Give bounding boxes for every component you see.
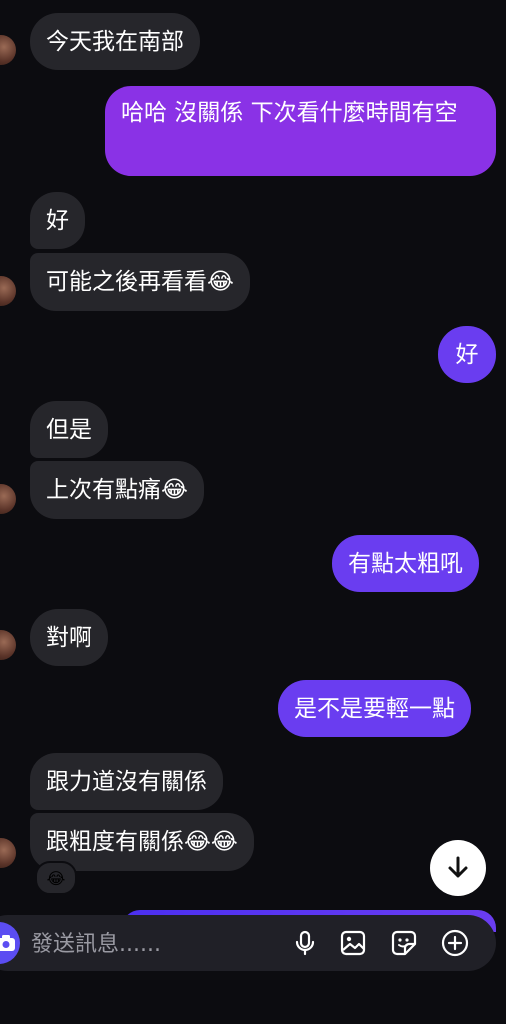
incoming-message[interactable]: 今天我在南部 (30, 13, 200, 70)
message-input[interactable] (31, 926, 271, 962)
camera-icon (0, 935, 15, 951)
contact-avatar[interactable] (0, 35, 16, 65)
microphone-icon (295, 930, 315, 956)
incoming-message[interactable]: 上次有點痛😂 (30, 461, 204, 519)
scroll-to-bottom-button[interactable] (430, 840, 486, 896)
incoming-message[interactable]: 可能之後再看看😂 (30, 253, 250, 311)
outgoing-message[interactable]: 哈哈 沒關係 下次看什麼時間有空 (105, 86, 496, 176)
incoming-message[interactable]: 好 (30, 192, 85, 249)
plus-icon (441, 929, 469, 957)
sticker-icon (391, 930, 417, 956)
more-options-button[interactable] (439, 927, 471, 959)
outgoing-message[interactable]: 有點太粗吼 (332, 535, 479, 592)
arrow-down-icon (448, 856, 468, 878)
chat-screen: 今天我在南部 哈哈 沒關係 下次看什麼時間有空 好 可能之後再看看😂 好 但是 … (0, 0, 506, 1024)
incoming-message[interactable]: 對啊 (30, 609, 108, 666)
outgoing-message[interactable]: 是不是要輕一點 (278, 680, 471, 737)
voice-button[interactable] (289, 927, 321, 959)
image-icon (340, 930, 366, 956)
contact-avatar[interactable] (0, 630, 16, 660)
contact-avatar[interactable] (0, 484, 16, 514)
incoming-message[interactable]: 但是 (30, 401, 108, 458)
incoming-message[interactable]: 跟力道沒有關係 (30, 753, 223, 810)
gallery-button[interactable] (337, 927, 369, 959)
contact-avatar[interactable] (0, 838, 16, 868)
message-reaction[interactable]: 😂 (35, 861, 77, 895)
contact-avatar[interactable] (0, 276, 16, 306)
outgoing-message[interactable]: 好 (438, 326, 496, 383)
sticker-button[interactable] (388, 927, 420, 959)
